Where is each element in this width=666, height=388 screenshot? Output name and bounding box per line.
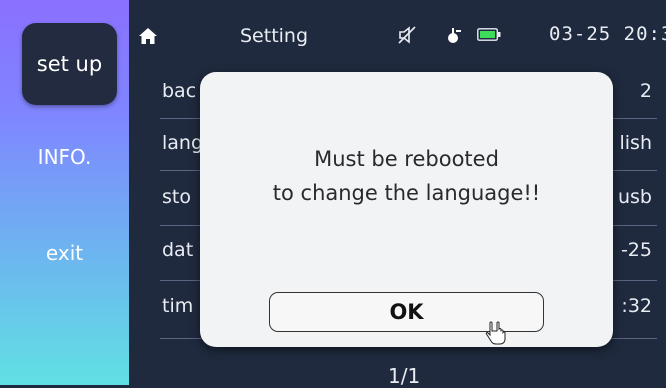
row-label: bac: [162, 80, 197, 102]
row-value: lish: [619, 132, 653, 154]
row-label: tim: [162, 295, 194, 317]
page-indicator: 1/1: [388, 364, 421, 388]
sidebar: set up INFO. exit: [0, 0, 129, 385]
row-label: dat: [162, 239, 194, 261]
usb-icon: [448, 28, 461, 43]
dialog-message-line1: Must be rebooted: [314, 147, 499, 171]
row-value: usb: [617, 186, 652, 208]
home-icon[interactable]: [138, 26, 158, 46]
sidebar-item-info[interactable]: INFO.: [0, 145, 129, 169]
row-label: lang: [162, 132, 204, 154]
page-title: Setting: [240, 25, 309, 47]
row-value: -25: [620, 239, 652, 261]
reboot-dialog: Must be rebooted to change the language!…: [200, 72, 613, 347]
sidebar-item-label: set up: [36, 52, 103, 76]
ok-button-label: OK: [389, 300, 424, 324]
row-value: 2: [639, 80, 652, 102]
hand-cursor-icon: [485, 321, 506, 345]
mute-icon: [398, 26, 416, 44]
row-value: :32: [621, 295, 652, 317]
sidebar-item-setup[interactable]: set up: [22, 23, 117, 105]
battery-icon: [477, 28, 501, 41]
datetime-display: 03-25 20:38: [549, 23, 666, 45]
dialog-message-line2: to change the language!!: [272, 181, 541, 205]
row-label: sto: [162, 186, 191, 208]
sidebar-item-label: INFO.: [37, 145, 92, 169]
sidebar-item-exit[interactable]: exit: [0, 241, 129, 265]
sidebar-item-label: exit: [45, 241, 84, 265]
